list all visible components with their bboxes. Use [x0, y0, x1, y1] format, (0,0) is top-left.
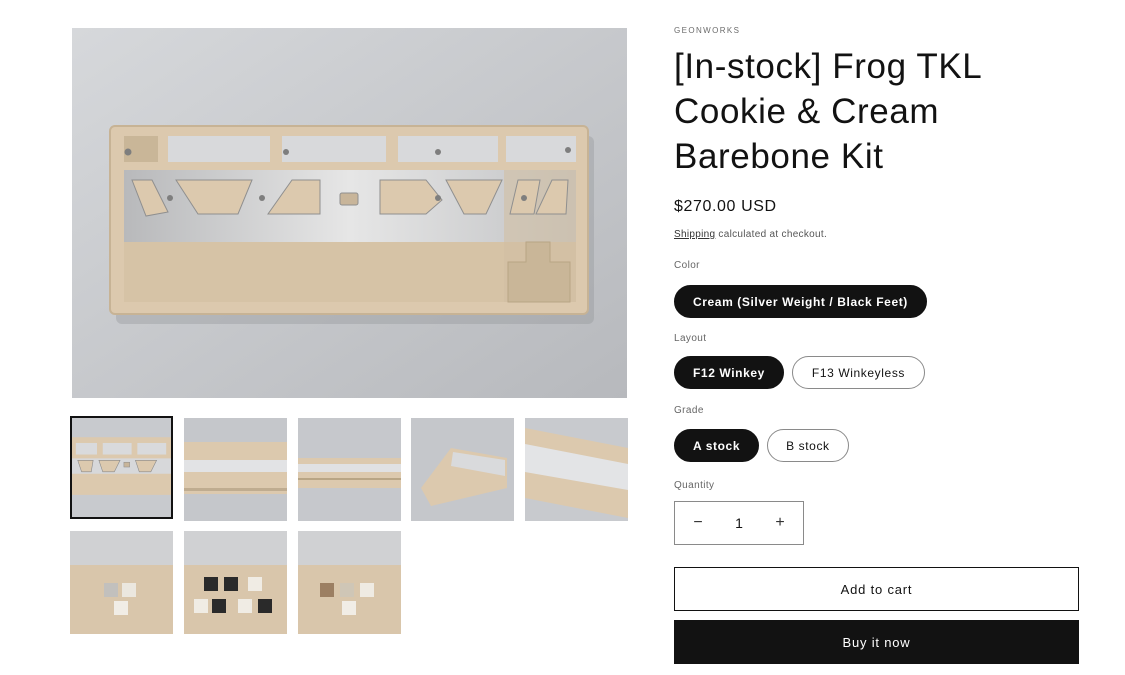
color-options: Cream (Silver Weight / Black Feet)	[674, 285, 927, 318]
main-product-image[interactable]	[72, 28, 627, 398]
add-to-cart-button[interactable]: Add to cart	[674, 567, 1079, 611]
quantity-increase-button[interactable]: +	[765, 508, 795, 538]
grade-option-b-stock[interactable]: B stock	[767, 429, 849, 462]
thumbnail-image	[411, 418, 514, 521]
product-title: [In-stock] Frog TKL Cookie & Cream Bareb…	[674, 47, 982, 176]
layout-option-f13-winkeyless[interactable]: F13 Winkeyless	[791, 356, 926, 389]
thumbnail-2[interactable]	[184, 418, 287, 521]
quantity-decrease-button[interactable]: −	[683, 508, 713, 538]
grade-label: Grade	[674, 405, 704, 416]
layout-option-f12-winkey[interactable]: F12 Winkey	[674, 356, 784, 389]
thumbnail-1[interactable]	[70, 416, 173, 519]
shipping-link[interactable]: Shipping	[674, 229, 715, 240]
thumbnail-3[interactable]	[298, 418, 401, 521]
quantity-stepper: − +	[674, 501, 804, 545]
quantity-label: Quantity	[674, 480, 715, 491]
quantity-input[interactable]	[724, 515, 754, 531]
thumbnail-7[interactable]	[184, 531, 287, 634]
color-label: Color	[674, 260, 700, 271]
thumbnail-5[interactable]	[525, 418, 628, 521]
product-price: $270.00 USD	[674, 198, 777, 215]
thumbnail-6[interactable]	[70, 531, 173, 634]
layout-label: Layout	[674, 333, 707, 344]
grade-option-a-stock[interactable]: A stock	[674, 429, 760, 462]
thumbnail-4[interactable]	[411, 418, 514, 521]
shipping-note: Shipping calculated at checkout.	[674, 229, 827, 240]
thumbnail-image	[298, 418, 401, 521]
color-option-cream[interactable]: Cream (Silver Weight / Black Feet)	[674, 285, 927, 318]
buy-now-button[interactable]: Buy it now	[674, 620, 1079, 664]
thumbnail-image	[72, 418, 171, 517]
thumbnail-image	[298, 531, 401, 634]
thumbnail-image	[184, 418, 287, 521]
shipping-text: calculated at checkout.	[715, 229, 828, 240]
thumbnail-image	[525, 418, 628, 521]
layout-options: F12 Winkey F13 Winkeyless	[674, 356, 926, 389]
thumbnail-8[interactable]	[298, 531, 401, 634]
thumbnail-image	[70, 531, 173, 634]
thumbnail-image	[184, 531, 287, 634]
keyboard-case-illustration	[72, 28, 627, 398]
grade-options: A stock B stock	[674, 429, 849, 462]
product-vendor: GEONWORKS	[674, 26, 741, 35]
